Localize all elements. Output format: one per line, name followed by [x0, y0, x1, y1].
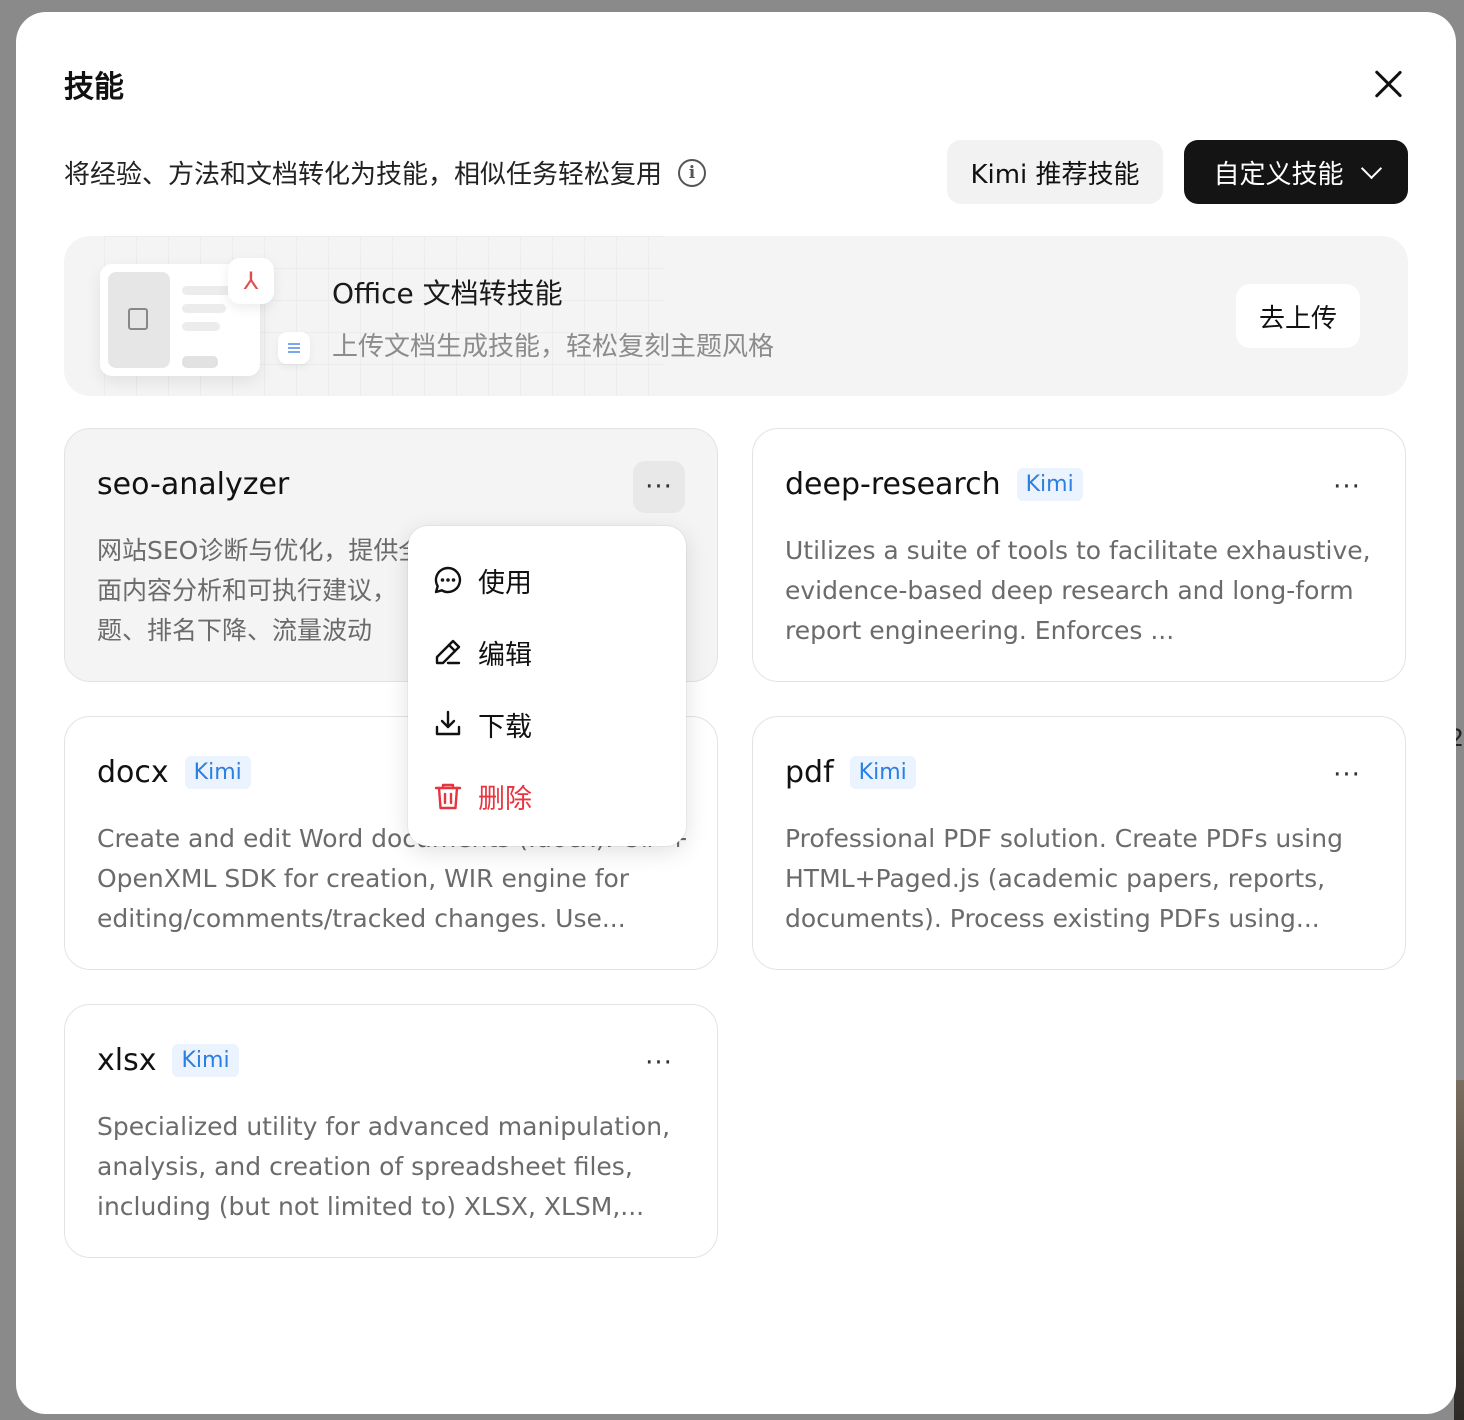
kimi-badge: Kimi — [1016, 468, 1083, 501]
doc-line — [182, 286, 232, 295]
menu-item-label: 删除 — [478, 783, 532, 815]
skill-description: Professional PDF solution. Create PDFs u… — [785, 824, 1343, 933]
pdf-icon: ⅄ — [228, 258, 274, 304]
custom-skill-label: 自定义技能 — [1213, 159, 1344, 190]
chevron-down-icon — [1360, 157, 1382, 179]
doc-line — [182, 356, 218, 368]
kimi-badge: Kimi — [172, 1044, 239, 1077]
doc-icon — [128, 308, 148, 330]
custom-skill-button[interactable]: 自定义技能 — [1184, 140, 1408, 204]
banner-title: Office 文档转技能 — [332, 277, 563, 310]
chat-icon — [432, 564, 464, 596]
kimi-badge: Kimi — [184, 756, 251, 789]
skill-card-title: pdf Kimi — [785, 755, 916, 790]
info-icon[interactable]: i — [678, 158, 707, 187]
menu-item-delete[interactable]: 删除 — [432, 768, 662, 824]
subtitle-text: 将经验、方法和文档转化为技能，相似任务轻松复用 — [64, 160, 663, 190]
doc-line — [182, 322, 220, 331]
skill-card-title: docx Kimi — [97, 755, 251, 790]
banner-description: 上传文档生成技能，轻松复刻主题风格 — [332, 332, 775, 362]
menu-item-edit[interactable]: 编辑 — [432, 624, 662, 680]
doc-line — [182, 304, 226, 313]
more-options-button[interactable]: ··· — [633, 1037, 685, 1089]
skill-card-deep-research[interactable]: deep-research Kimi ··· Utilizes a suite … — [752, 428, 1406, 682]
office-to-skill-banner: ⅄ Office 文档转技能 上传文档生成技能，轻松复刻主题风格 去上传 — [64, 236, 1408, 396]
more-options-button[interactable]: ··· — [1321, 749, 1373, 801]
more-options-button[interactable]: ··· — [1321, 461, 1373, 513]
menu-item-download[interactable]: 下载 — [432, 696, 662, 752]
skill-name: xlsx — [97, 1043, 157, 1078]
kimi-badge: Kimi — [849, 756, 916, 789]
skill-description: Specialized utility for advanced manipul… — [97, 1112, 671, 1221]
trash-icon — [432, 780, 464, 812]
skill-card-pdf[interactable]: pdf Kimi ··· Professional PDF solution. … — [752, 716, 1406, 970]
kimi-recommended-button[interactable]: Kimi 推荐技能 — [947, 140, 1163, 204]
skill-description: Utilizes a suite of tools to facilitate … — [785, 536, 1371, 645]
dialog-subtitle: 将经验、方法和文档转化为技能，相似任务轻松复用 i — [64, 154, 707, 191]
pencil-icon — [432, 636, 464, 668]
skill-card-title: deep-research Kimi — [785, 467, 1083, 502]
more-options-button[interactable]: ··· — [633, 461, 685, 513]
skill-context-menu: 使用 编辑 下载 删除 — [408, 526, 686, 846]
skill-card-title: xlsx Kimi — [97, 1043, 239, 1078]
skill-name: pdf — [785, 755, 834, 790]
download-icon — [432, 708, 464, 740]
skill-name: deep-research — [785, 467, 1001, 502]
skill-card-title: seo-analyzer — [97, 467, 289, 502]
menu-item-label: 使用 — [478, 567, 532, 599]
skills-dialog: 技能 将经验、方法和文档转化为技能，相似任务轻松复用 i Kimi 推荐技能 自… — [16, 12, 1456, 1414]
doc-thumbnail — [108, 272, 170, 368]
text-file-icon — [278, 332, 310, 364]
menu-item-label: 编辑 — [478, 639, 532, 671]
close-icon[interactable] — [1368, 64, 1408, 104]
skill-name: docx — [97, 755, 169, 790]
menu-item-use[interactable]: 使用 — [432, 552, 662, 608]
skill-name: seo-analyzer — [97, 467, 290, 502]
skill-card-xlsx[interactable]: xlsx Kimi ··· Specialized utility for ad… — [64, 1004, 718, 1258]
upload-button[interactable]: 去上传 — [1236, 284, 1360, 348]
dialog-title: 技能 — [64, 70, 124, 105]
menu-item-label: 下载 — [478, 711, 532, 743]
